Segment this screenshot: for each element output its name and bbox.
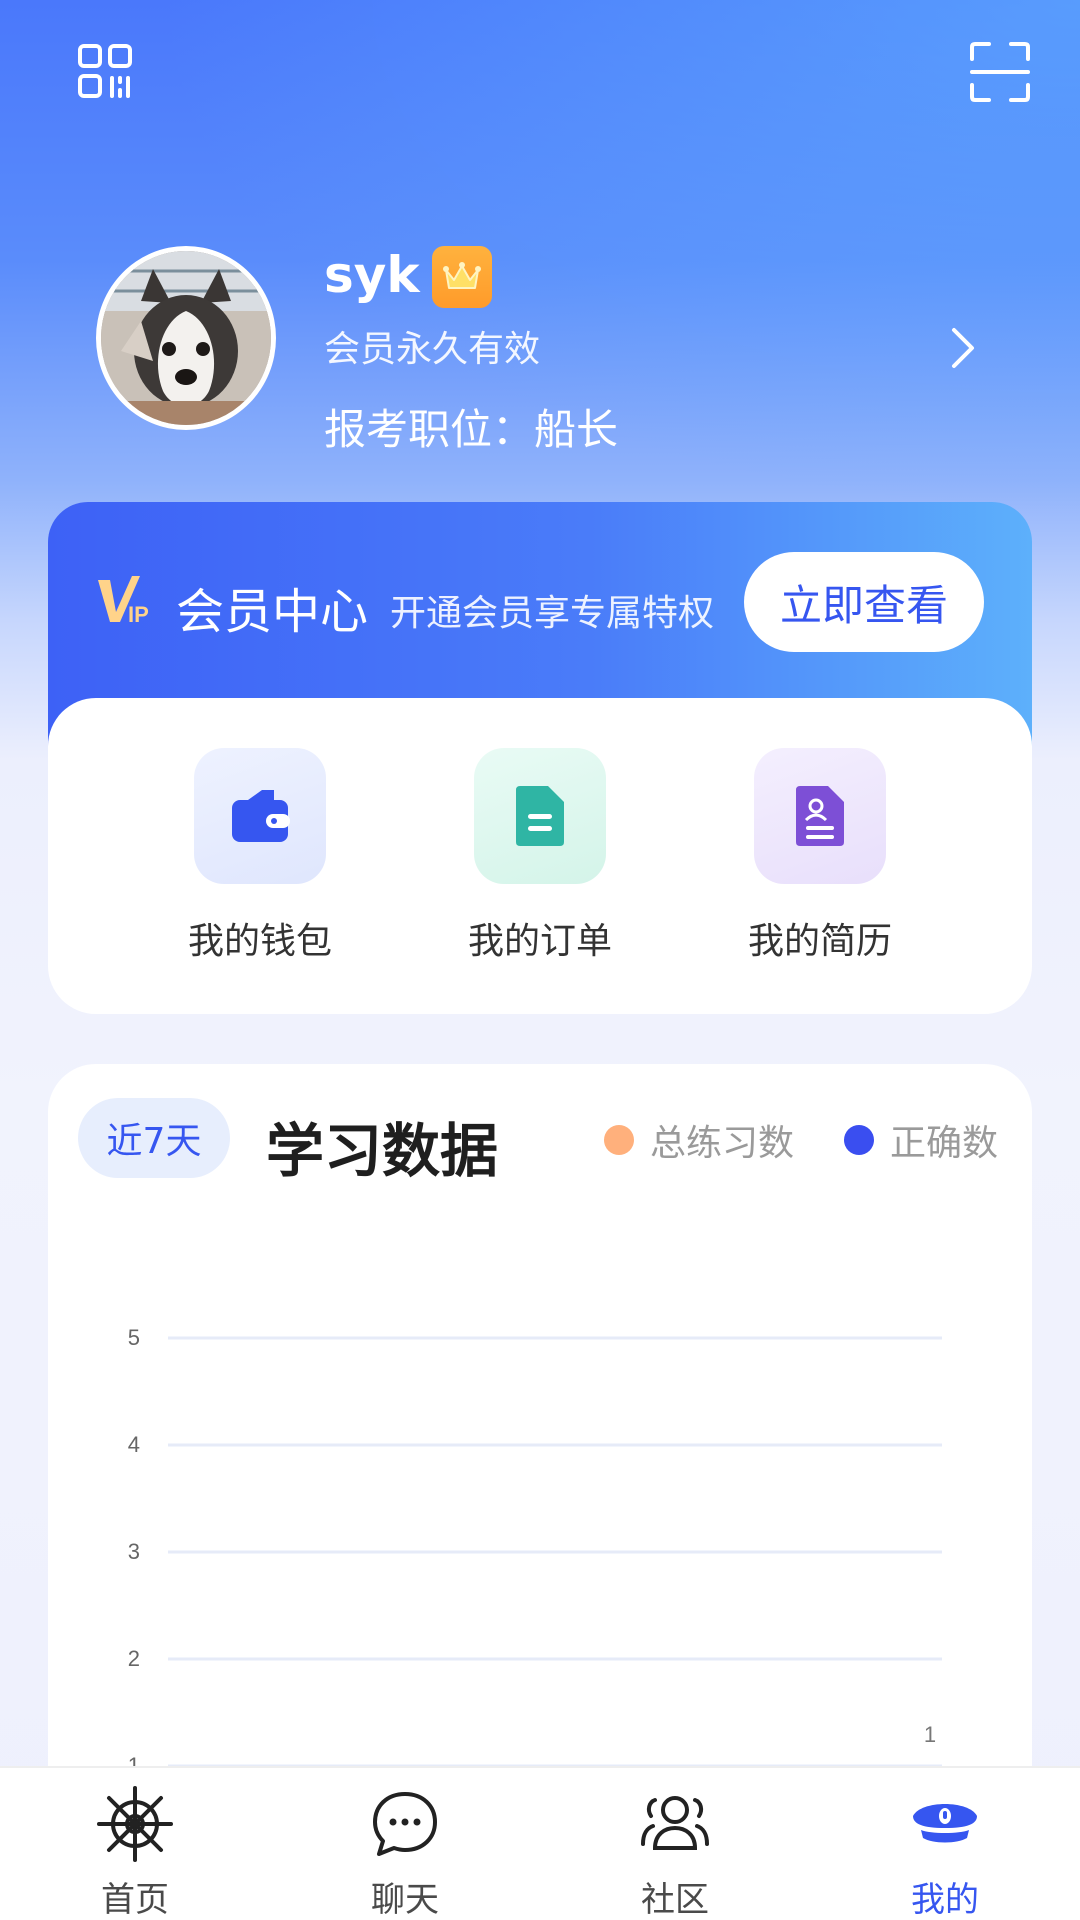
nav-home[interactable]: 首页	[50, 1776, 220, 1920]
profile-chevron-right-icon[interactable]	[942, 322, 982, 374]
wallet-icon	[194, 748, 326, 884]
legend-correct[interactable]: 正确数	[844, 1114, 998, 1166]
my-resume-button[interactable]: 我的简历	[720, 748, 920, 978]
my-orders-label: 我的订单	[467, 921, 612, 962]
ship-wheel-icon	[97, 1786, 173, 1862]
husky-avatar-image	[101, 251, 271, 425]
nav-home-label: 首页	[101, 1880, 169, 1920]
svg-text:IP: IP	[128, 602, 149, 627]
resume-icon	[754, 748, 886, 884]
nav-mine[interactable]: 我的	[860, 1776, 1030, 1920]
legend-correct-label: 正确数	[890, 1123, 999, 1164]
study-data-title: 学习数据	[266, 1117, 499, 1185]
my-orders-button[interactable]: 我的订单	[440, 748, 640, 978]
crown-icon	[443, 262, 481, 289]
study-chart: 123451	[128, 1325, 942, 1770]
target-position: 报考职位：船长	[324, 396, 618, 457]
vip-crown-badge	[432, 246, 492, 308]
target-position-label: 报考职位：	[324, 405, 535, 454]
last-7-days-filter[interactable]: 近7天	[78, 1098, 230, 1178]
chart-y-tick-label: 5	[128, 1325, 140, 1350]
legend-total-practice[interactable]: 总练习数	[604, 1114, 794, 1166]
chart-y-tick-label: 4	[128, 1432, 140, 1457]
target-position-value: 船长	[534, 405, 619, 454]
legend-total-label: 总练习数	[650, 1123, 795, 1164]
nav-community[interactable]: 社区	[590, 1776, 760, 1920]
vip-center-subtitle: 开通会员享专属特权	[390, 593, 715, 634]
nav-community-label: 社区	[641, 1880, 709, 1920]
nav-chat-label: 聊天	[371, 1880, 439, 1920]
profile-page: syk 会员永久有效 报考职位：船长 IP 会员中心 开通会员享专属特权 立即查…	[0, 0, 1080, 1920]
legend-total-dot	[604, 1125, 634, 1155]
chat-bubble-icon	[373, 1792, 437, 1856]
community-icon	[641, 1796, 709, 1850]
vip-center-title: 会员中心	[176, 584, 369, 640]
chart-y-tick-label: 3	[128, 1539, 140, 1564]
nav-chat[interactable]: 聊天	[320, 1776, 490, 1920]
legend-correct-dot	[844, 1125, 874, 1155]
nav-mine-label: 我的	[911, 1880, 979, 1920]
vip-logo-icon: IP	[96, 574, 152, 628]
avatar[interactable]	[96, 246, 276, 430]
view-now-button[interactable]: 立即查看	[744, 552, 984, 652]
chart-y-tick-label: 2	[128, 1646, 140, 1671]
chart-data-label: 1	[924, 1722, 936, 1747]
captain-hat-icon	[913, 1804, 977, 1843]
member-status-text: 会员永久有效	[324, 329, 541, 370]
scan-icon[interactable]	[968, 40, 1032, 104]
my-wallet-label: 我的钱包	[187, 921, 332, 962]
my-wallet-button[interactable]: 我的钱包	[160, 748, 360, 978]
document-icon	[474, 748, 606, 884]
my-resume-label: 我的简历	[747, 921, 892, 962]
qr-code-icon[interactable]	[74, 40, 138, 104]
username: syk	[324, 246, 420, 304]
